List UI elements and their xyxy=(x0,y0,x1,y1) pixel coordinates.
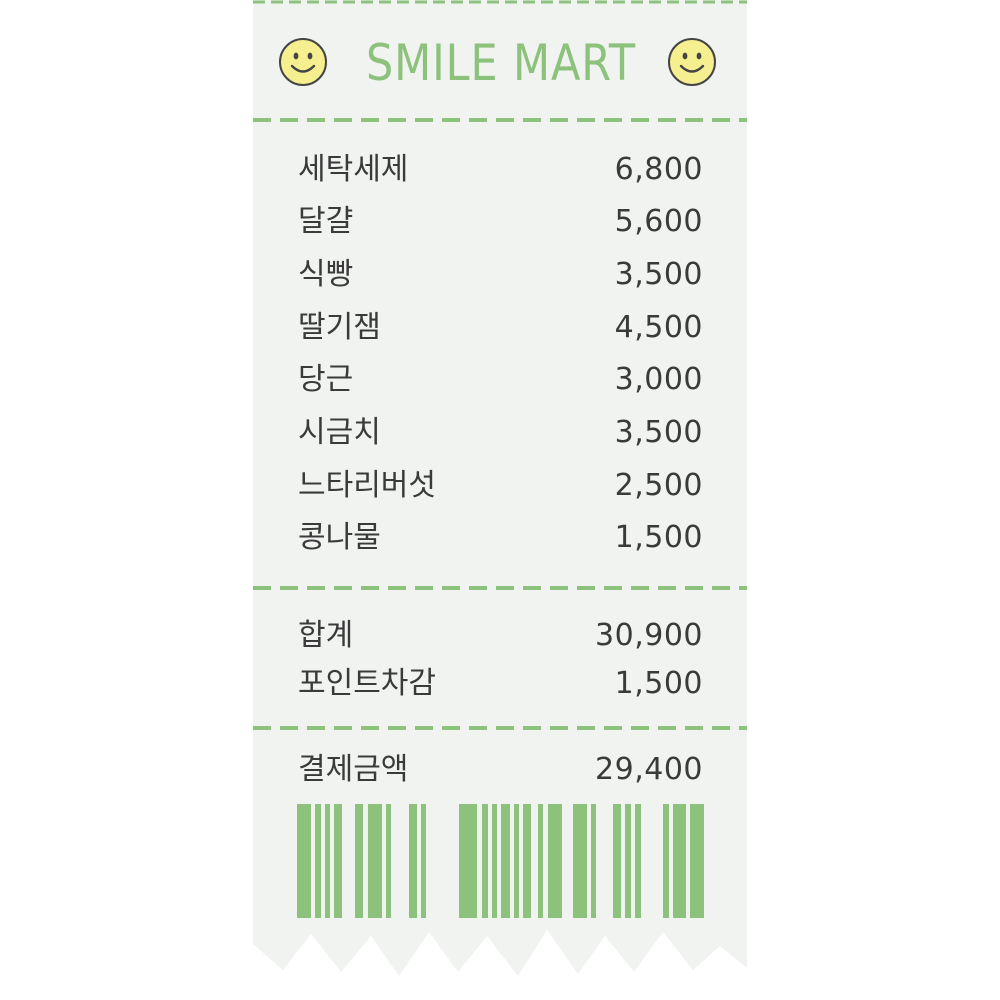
store-name: SMILE MART xyxy=(365,34,637,92)
item-price: 3,500 xyxy=(614,415,703,450)
item-price: 2,500 xyxy=(614,468,703,503)
receipt-header: SMILE MART xyxy=(253,28,747,98)
item-row: 달걀 5,600 xyxy=(298,200,703,244)
item-price: 3,000 xyxy=(614,362,703,397)
item-price: 3,500 xyxy=(614,257,703,292)
dashed-divider xyxy=(253,118,747,122)
item-price: 1,500 xyxy=(614,520,703,555)
smiley-face-icon xyxy=(668,38,716,86)
item-row: 식빵 3,500 xyxy=(298,253,703,297)
item-price: 6,800 xyxy=(614,152,703,187)
total-value: 30,900 xyxy=(595,618,703,653)
dashed-divider xyxy=(253,726,747,730)
item-row: 세탁세제 6,800 xyxy=(298,148,703,192)
item-name: 세탁세제 xyxy=(298,152,409,187)
item-row: 딸기잼 4,500 xyxy=(298,306,703,350)
receipt: SMILE MART 세탁세제 6,800 달걀 5,600 식빵 3,500 … xyxy=(253,0,747,1000)
item-name: 느타리버섯 xyxy=(298,468,436,503)
barcode xyxy=(297,804,704,918)
total-label: 합계 xyxy=(298,618,354,653)
points-label: 포인트차감 xyxy=(298,666,436,701)
item-row: 느타리버섯 2,500 xyxy=(298,464,703,508)
item-name: 당근 xyxy=(298,362,354,397)
points-value: 1,500 xyxy=(614,666,703,701)
dashed-divider xyxy=(253,586,747,590)
item-name: 식빵 xyxy=(298,257,354,292)
item-row: 시금치 3,500 xyxy=(298,411,703,455)
item-name: 딸기잼 xyxy=(298,310,381,345)
item-name: 콩나물 xyxy=(298,520,381,555)
item-name: 시금치 xyxy=(298,415,381,450)
payment-label: 결제금액 xyxy=(298,752,409,787)
item-price: 5,600 xyxy=(614,204,703,239)
smiley-face-icon xyxy=(279,38,327,86)
payment-value: 29,400 xyxy=(595,752,703,787)
total-row: 합계 30,900 xyxy=(298,614,703,658)
payment-row: 결제금액 29,400 xyxy=(298,748,703,792)
item-row: 당근 3,000 xyxy=(298,358,703,402)
points-row: 포인트차감 1,500 xyxy=(298,662,703,706)
item-price: 4,500 xyxy=(614,310,703,345)
item-name: 달걀 xyxy=(298,204,354,239)
item-row: 콩나물 1,500 xyxy=(298,516,703,560)
canvas: SMILE MART 세탁세제 6,800 달걀 5,600 식빵 3,500 … xyxy=(0,0,1000,1000)
